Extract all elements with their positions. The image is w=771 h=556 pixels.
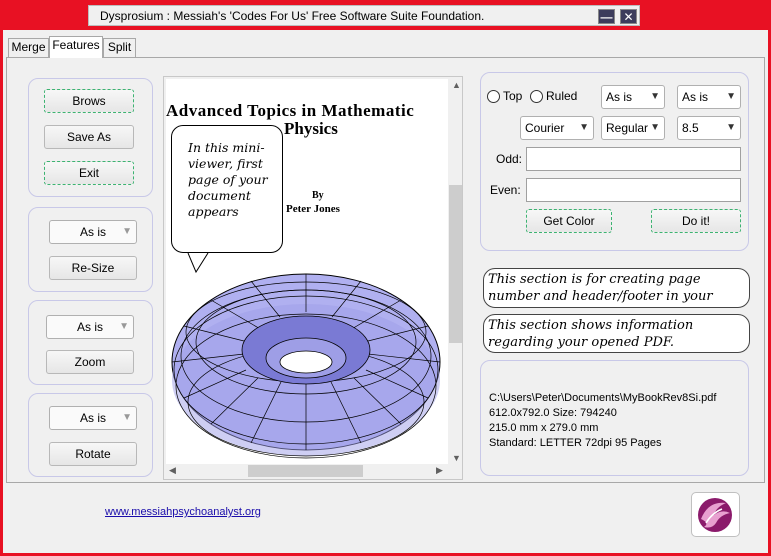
horizontal-scrollbar[interactable]: ◀ ▶ (166, 464, 448, 478)
zoom-select[interactable]: As is ▼ (46, 315, 134, 339)
scroll-left-icon[interactable]: ◀ (169, 465, 176, 476)
rotate-select[interactable]: As is ▼ (49, 406, 137, 430)
resize-group: As is ▼ Re-Size (28, 207, 153, 292)
document-page: Advanced Topics in Mathematic Physics By… (166, 79, 448, 464)
tab-features[interactable]: Features (49, 36, 103, 58)
header-footer-group: Top Ruled As is ▼ As is ▼ Courier ▼ Regu… (480, 72, 749, 251)
odd-label: Odd: (496, 152, 523, 166)
even-label: Even: (490, 183, 521, 197)
scroll-right-icon[interactable]: ▶ (436, 465, 443, 476)
pdf-info-group: C:\Users\Peter\Documents\MyBookRev8Si.pd… (480, 360, 749, 476)
chevron-down-icon: ▼ (122, 412, 132, 423)
title-bar: Dysprosium : Messiah's 'Codes For Us' Fr… (3, 3, 768, 30)
chevron-down-icon: ▼ (122, 226, 132, 237)
resize-button[interactable]: Re-Size (49, 256, 137, 280)
do-it-button[interactable]: Do it! (651, 209, 741, 233)
tab-merge[interactable]: Merge (8, 38, 49, 57)
callout-text: In this mini-viewer, first page of your … (188, 140, 268, 219)
mini-viewer-callout: In this mini-viewer, first page of your … (171, 125, 283, 253)
resize-select[interactable]: As is ▼ (49, 220, 137, 244)
vertical-scroll-thumb[interactable] (449, 185, 462, 343)
close-button[interactable]: ✕ (620, 9, 637, 24)
pdf-standard: Standard: LETTER 72dpi 95 Pages (489, 437, 662, 449)
ruled-radio-label: Ruled (546, 89, 578, 103)
mini-viewer[interactable]: Advanced Topics in Mathematic Physics By… (163, 76, 463, 480)
exit-button[interactable]: Exit (44, 161, 134, 185)
chevron-down-icon: ▼ (726, 122, 736, 133)
rotate-button[interactable]: Rotate (49, 442, 137, 466)
app-window: Dysprosium : Messiah's 'Codes For Us' Fr… (3, 3, 768, 553)
pdf-path: C:\Users\Peter\Documents\MyBookRev8Si.pd… (489, 392, 717, 404)
chevron-down-icon: ▼ (119, 321, 129, 332)
title-panel: Dysprosium : Messiah's 'Codes For Us' Fr… (88, 5, 640, 26)
chevron-down-icon: ▼ (650, 122, 660, 133)
chevron-down-icon: ▼ (650, 91, 660, 102)
font-style-select[interactable]: Regular ▼ (601, 116, 665, 140)
phoenix-logo-graphic (698, 498, 732, 532)
font-family-value: Courier (525, 121, 565, 135)
pdf-size-mm: 215.0 mm x 279.0 mm (489, 422, 599, 434)
zoom-group: As is ▼ Zoom (28, 300, 153, 385)
header-footer-note: This section is for creating page number… (483, 268, 750, 308)
chevron-down-icon: ▼ (579, 122, 589, 133)
rotate-select-value: As is (79, 411, 106, 425)
scroll-down-icon[interactable]: ▼ (452, 453, 461, 463)
save-as-button[interactable]: Save As (44, 125, 134, 149)
top-radio-label: Top (503, 89, 523, 103)
minimize-button[interactable]: — (598, 9, 615, 24)
alignment-select[interactable]: As is ▼ (677, 85, 741, 109)
footer-bar: www.messiahpsychoanalyst.org (3, 483, 768, 553)
font-family-select[interactable]: Courier ▼ (520, 116, 594, 140)
pdf-size-pts: 612.0x792.0 Size: 794240 (489, 407, 617, 419)
ruled-radio[interactable] (530, 90, 543, 103)
font-style-value: Regular (606, 121, 649, 135)
info-note: This section shows information regarding… (483, 314, 750, 353)
features-panel: Brows Save As Exit As is ▼ Re-Size As is… (6, 57, 765, 483)
position-select-value: As is (606, 90, 633, 104)
odd-field[interactable] (526, 147, 741, 171)
even-field[interactable] (526, 178, 741, 202)
alignment-select-value: As is (682, 90, 709, 104)
window-title: Dysprosium : Messiah's 'Codes For Us' Fr… (100, 9, 485, 23)
file-group: Brows Save As Exit (28, 78, 153, 197)
font-size-select[interactable]: 8.5 ▼ (677, 116, 741, 140)
browse-button[interactable]: Brows (44, 89, 134, 113)
chevron-down-icon: ▼ (726, 91, 736, 102)
vertical-scrollbar[interactable]: ▲ ▼ (449, 79, 462, 464)
horizontal-scroll-thumb[interactable] (248, 465, 363, 477)
position-select[interactable]: As is ▼ (601, 85, 665, 109)
resize-select-value: As is (79, 225, 106, 239)
top-radio[interactable] (487, 90, 500, 103)
website-link[interactable]: www.messiahpsychoanalyst.org (105, 506, 261, 518)
zoom-select-value: As is (76, 320, 103, 334)
phoenix-logo-icon[interactable] (691, 492, 740, 537)
tab-split[interactable]: Split (103, 38, 136, 57)
get-color-button[interactable]: Get Color (526, 209, 612, 233)
font-size-value: 8.5 (682, 121, 699, 135)
scroll-up-icon[interactable]: ▲ (452, 80, 461, 90)
zoom-button[interactable]: Zoom (46, 350, 134, 374)
rotate-group: As is ▼ Rotate (28, 393, 153, 477)
